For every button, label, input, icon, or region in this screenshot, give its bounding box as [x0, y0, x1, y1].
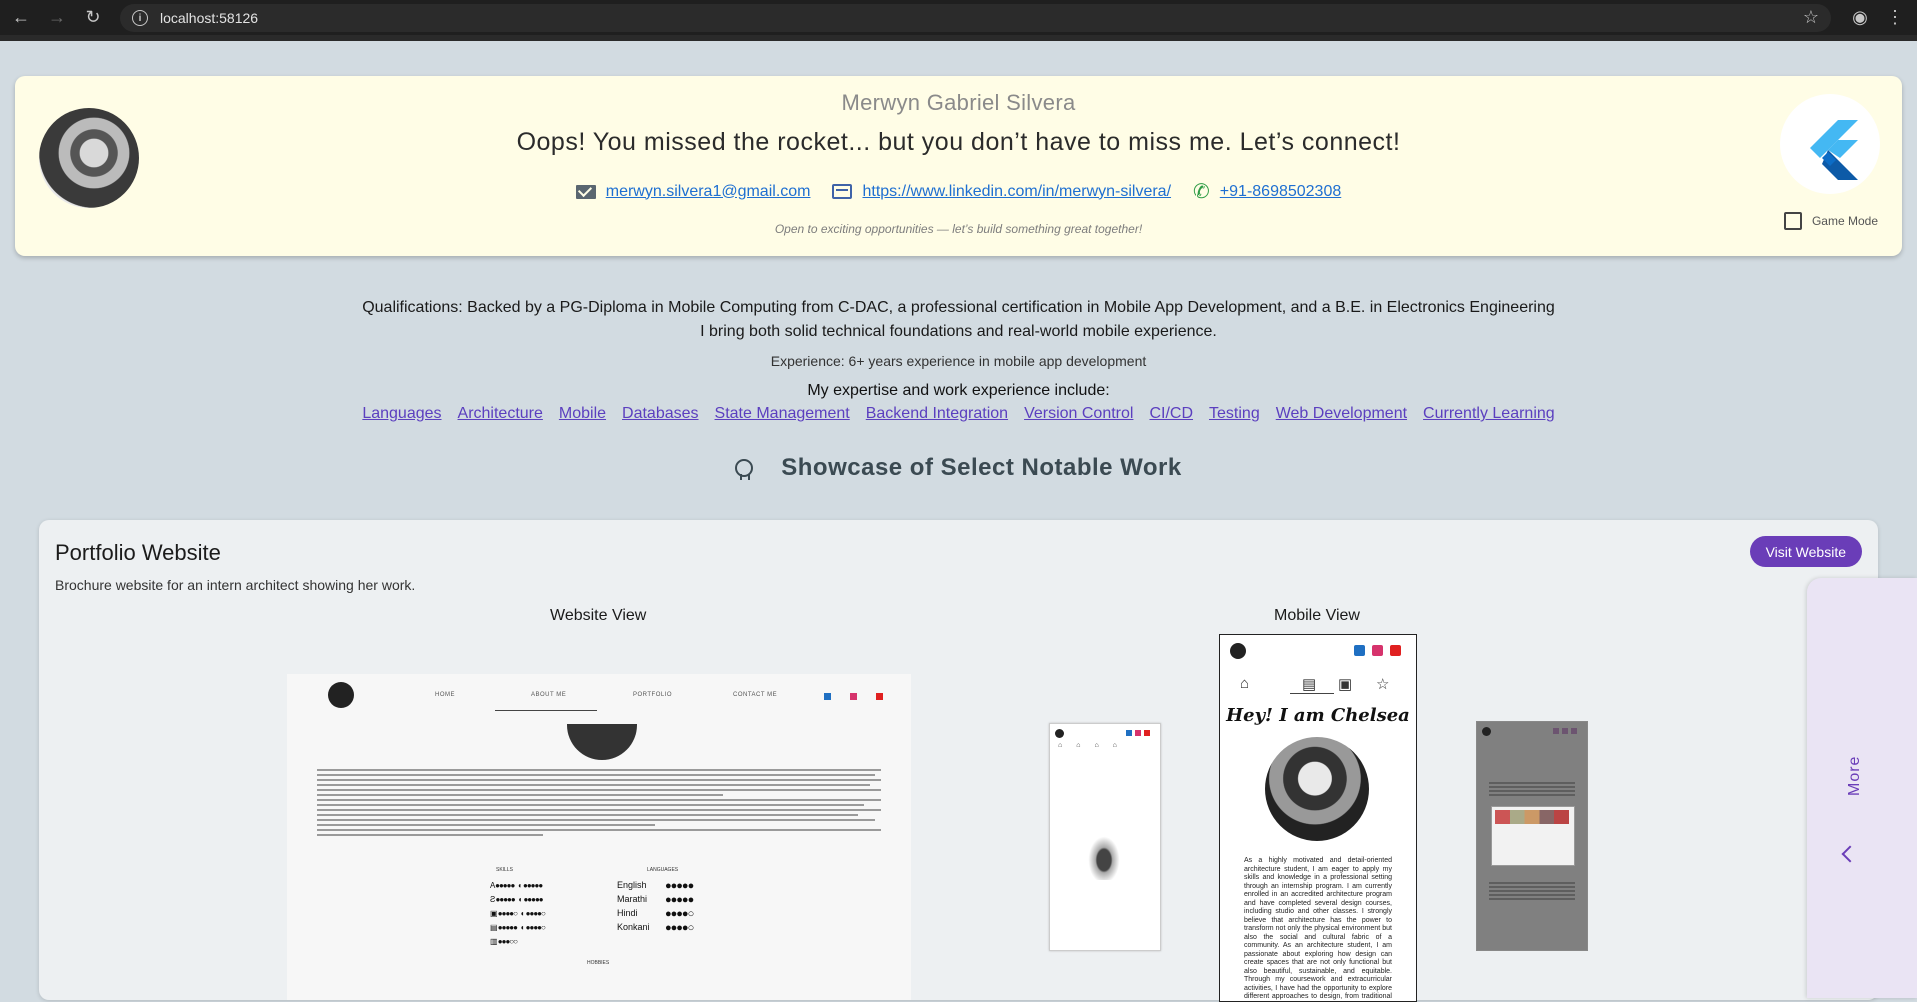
project-card: Portfolio Website Brochure website for a…	[39, 520, 1878, 1002]
website-preview-image: HOME ABOUT ME PORTFOLIO CONTACT ME SKILL…	[287, 674, 911, 1000]
preview-skill-dots: ▥ ●●●○○	[490, 937, 518, 946]
preview-skill-dots: A ●●●●● ◐ ●●●●●	[490, 881, 543, 890]
visit-website-button[interactable]: Visit Website	[1749, 536, 1862, 567]
email-contact: merwyn.silvera1@gmail.com	[575, 183, 811, 201]
bookmark-star-icon[interactable]: ☆	[1803, 7, 1819, 28]
website-view-label: Website View	[550, 607, 647, 624]
mobile-preview-thumbnail-2	[1476, 721, 1588, 951]
showcase-heading-row: Showcase of Select Notable Work	[0, 454, 1917, 482]
email-link[interactable]: merwyn.silvera1@gmail.com	[606, 183, 811, 201]
preview-languages-heading: LANGUAGES	[647, 867, 679, 873]
skill-link-databases[interactable]: Databases	[622, 405, 699, 423]
preview-skill-dots: ▣ ●●●●○ ◐ ●●●●○	[490, 909, 546, 918]
preview-youtube-icon	[876, 693, 883, 700]
linkedin-link[interactable]: https://www.linkedin.com/in/merwyn-silve…	[862, 183, 1171, 201]
preview-portrait	[567, 724, 637, 760]
preview-language-marathi: Marathi	[617, 894, 648, 904]
preview-language-dots: ●●●●○	[665, 922, 694, 934]
skill-links: Languages Architecture Mobile Databases …	[0, 405, 1917, 423]
preview-nav-about: ABOUT ME	[531, 692, 567, 698]
mail-icon	[575, 184, 596, 199]
flutter-logo-icon	[1780, 94, 1880, 194]
header-name: Merwyn Gabriel Silvera	[841, 90, 1076, 115]
preview-nav-underline	[495, 710, 597, 711]
project-title: Portfolio Website	[55, 540, 221, 565]
preview-skill-dots: Ƨ ●●●●● ◐ ●●●●●	[490, 895, 544, 904]
qualifications-line-2: I bring both solid technical foundations…	[700, 323, 1217, 340]
site-info-icon[interactable]: i	[132, 10, 148, 26]
mobile-preview-thumbnail-1: ⌂⌂⌂⌂	[1049, 723, 1161, 951]
preview-logo	[328, 682, 354, 708]
game-mode-toggle[interactable]: Game Mode	[1783, 212, 1878, 230]
phone-link[interactable]: +91-8698502308	[1220, 183, 1341, 201]
project-description: Brochure website for an intern architect…	[55, 577, 416, 593]
award-icon	[735, 459, 754, 480]
more-drawer-label[interactable]: More	[1846, 756, 1864, 796]
experience-text: Experience: 6+ years experience in mobil…	[770, 353, 1147, 369]
preview-paragraph	[317, 769, 881, 839]
skill-link-backend-integration[interactable]: Backend Integration	[866, 405, 1008, 423]
mobile-view-label: Mobile View	[1274, 607, 1360, 624]
skill-link-mobile[interactable]: Mobile	[559, 405, 606, 423]
profile-icon[interactable]: ◉	[1846, 0, 1874, 35]
game-mode-label: Game Mode	[1811, 214, 1878, 228]
reload-icon[interactable]: ↻	[80, 0, 106, 35]
preview-language-dots: ●●●●●	[665, 880, 694, 892]
preview-language-hindi: Hindi	[617, 908, 638, 918]
preview-mobile-logo	[1230, 643, 1246, 659]
skill-link-languages[interactable]: Languages	[362, 405, 441, 423]
preview-nav-portfolio: PORTFOLIO	[633, 692, 673, 698]
preview-profile-photo	[1265, 737, 1369, 841]
preview-instagram-icon	[850, 693, 857, 700]
preview-mobile-instagram-icon	[1372, 645, 1383, 656]
contact-links: merwyn.silvera1@gmail.com https://www.li…	[15, 179, 1902, 204]
qualifications-line-1: Qualifications: Backed by a PG-Diploma i…	[362, 299, 1555, 316]
preview-language-dots: ●●●●○	[665, 908, 694, 920]
back-icon[interactable]: ←	[8, 0, 34, 35]
menu-kebab-icon[interactable]: ⋮	[1881, 0, 1909, 35]
skill-link-web-development[interactable]: Web Development	[1276, 405, 1407, 423]
opportunities-note: Open to exciting opportunities — let’s b…	[774, 222, 1143, 236]
preview-portfolio-icon: ▣	[1338, 676, 1353, 693]
preview-mobile-nav-underline	[1290, 693, 1334, 694]
showcase-heading: Showcase of Select Notable Work	[781, 454, 1182, 481]
preview-mobile-youtube-icon	[1390, 645, 1401, 656]
preview-language-dots: ●●●●●	[665, 894, 694, 906]
preview-language-english: English	[617, 880, 647, 890]
contact-header-card: Merwyn Gabriel Silvera Oops! You missed …	[15, 76, 1902, 256]
qualifications-text: Qualifications: Backed by a PG-Diploma i…	[0, 296, 1917, 344]
skill-link-architecture[interactable]: Architecture	[458, 405, 543, 423]
expertise-heading: My expertise and work experience include…	[807, 382, 1110, 399]
mobile-preview-main: ⌂ ▤ ▣ ☆ Hey! I am Chelsea As a highly mo…	[1219, 634, 1417, 1002]
phone-icon: ✆	[1193, 181, 1210, 203]
preview-greeting: Hey! I am Chelsea	[1226, 705, 1410, 726]
skill-link-currently-learning[interactable]: Currently Learning	[1423, 405, 1555, 423]
preview-home-icon: ⌂	[1240, 675, 1250, 692]
preview-language-konkani: Konkani	[617, 922, 650, 932]
preview-linkedin-icon	[824, 693, 831, 700]
skill-link-ci-cd[interactable]: CI/CD	[1149, 405, 1193, 423]
url-text[interactable]: localhost:58126	[160, 10, 258, 26]
preview-skill-dots: ▤ ●●●●● ◐ ●●●●○	[490, 923, 546, 932]
preview-nav-home: HOME	[435, 692, 455, 698]
preview-hobbies-heading: HOBBIES	[587, 960, 610, 966]
skill-link-testing[interactable]: Testing	[1209, 405, 1260, 423]
game-mode-checkbox[interactable]	[1783, 212, 1802, 230]
linkedin-contact: https://www.linkedin.com/in/merwyn-silve…	[832, 183, 1171, 201]
preview-nav-contact: CONTACT ME	[733, 692, 778, 698]
preview-bio: As a highly motivated and detail-oriente…	[1244, 857, 1392, 1000]
preview-about-icon: ▤	[1302, 676, 1317, 693]
header-tagline: Oops! You missed the rocket... but you d…	[516, 128, 1401, 156]
forward-icon[interactable]: →	[44, 0, 70, 35]
address-bar[interactable]: i localhost:58126 ☆	[120, 4, 1831, 32]
browser-toolbar: ← → ↻ i localhost:58126 ☆ ◉ ⋮	[0, 0, 1917, 41]
skill-link-version-control[interactable]: Version Control	[1024, 405, 1133, 423]
phone-contact: ✆ +91-8698502308	[1193, 179, 1341, 204]
preview-mobile-linkedin-icon	[1354, 645, 1365, 656]
id-card-icon	[832, 184, 853, 199]
preview-skills-heading: SKILLS	[496, 867, 513, 873]
preview-contact-icon: ☆	[1376, 676, 1390, 693]
skill-link-state-management[interactable]: State Management	[715, 405, 850, 423]
